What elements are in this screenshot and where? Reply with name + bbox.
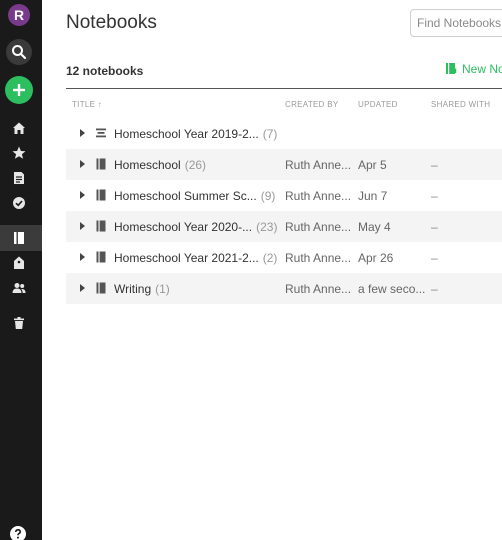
page-title: Notebooks [66,12,157,33]
created-by: Ruth Anne... [285,158,352,172]
table-row[interactable]: Homeschool Year 2021-2... (2) Ruth Anne..… [66,242,502,273]
note-count: (23) [256,220,278,234]
created-by: Ruth Anne... [285,282,352,296]
find-notebooks-input[interactable] [410,9,502,37]
stack-icon [96,128,106,138]
notebook-icon [96,220,106,232]
note-count: (26) [184,158,207,172]
question-icon [15,528,22,539]
search-button[interactable] [6,39,32,65]
expand-caret-icon[interactable] [80,253,85,261]
table-row[interactable]: Homeschool Summer Sc... (9) Ruth Anne... … [66,180,502,211]
column-header-title[interactable]: TITLE ↑ [72,100,102,109]
shared-with: – [431,251,438,265]
home-icon [13,122,25,134]
main-panel: Notebooks 12 notebooks New No TITLE ↑ CR… [42,0,502,540]
nav-shared[interactable] [0,275,42,301]
updated: Apr 5 [358,158,387,172]
note-count: (7) [262,127,278,141]
people-icon [12,283,26,293]
notebook-icon [96,251,106,263]
left-rail: R [0,0,42,540]
notebook-name: Homeschool Year 2020-... (23) [114,220,278,234]
avatar[interactable]: R [8,4,30,26]
check-circle-icon [13,197,25,209]
expand-caret-icon[interactable] [80,160,85,168]
help-button[interactable] [10,526,26,540]
notebook-name: Homeschool Year 2019-2... (7) [114,127,278,141]
shared-with: – [431,220,438,234]
note-icon [14,172,24,184]
notebook-name: Homeschool (26) [114,158,207,172]
app: R Notebooks Find Notebooks... 12 noteboo… [0,0,502,540]
notebook-icon [96,282,106,294]
column-header-shared-with[interactable]: SHARED WITH [431,100,490,109]
expand-caret-icon[interactable] [80,191,85,199]
updated: Apr 26 [358,251,394,265]
notebook-name: Homeschool Year 2021-2... (2) [114,251,278,265]
nav-trash[interactable] [0,310,42,336]
column-header-updated[interactable]: UPDATED [358,100,398,109]
table-row[interactable]: Homeschool (26) Ruth Anne... Apr 5 – [66,149,502,180]
updated: May 4 [358,220,391,234]
trash-icon [14,317,24,329]
nav-home[interactable] [0,115,42,141]
created-by: Ruth Anne... [285,220,352,234]
new-notebook-button[interactable]: New No [445,62,502,76]
plus-icon [13,84,25,96]
expand-caret-icon[interactable] [80,129,85,137]
note-count: (2) [262,251,278,265]
expand-caret-icon[interactable] [80,284,85,292]
notebook-name: Homeschool Summer Sc... (9) [114,189,276,203]
notebook-list: Homeschool Year 2019-2... (7) Homeschool(… [66,118,502,304]
nav-tasks[interactable] [0,190,42,216]
updated: Jun 7 [358,189,388,203]
tag-icon [14,256,24,269]
new-note-button[interactable] [5,76,33,104]
nav-tags[interactable] [0,250,42,276]
notebook-name: Writing (1) [114,282,170,296]
table-row[interactable]: Writing (1) Ruth Anne... a few seco... – [66,273,502,304]
created-by: Ruth Anne... [285,251,352,265]
nav-notebooks[interactable] [0,225,42,251]
new-notebook-icon [446,63,457,74]
shared-with: – [431,158,438,172]
table-header: TITLE ↑ CREATED BY UPDATED SHARED WITH [66,88,502,118]
note-count: (9) [260,189,276,203]
notebook-icon [96,189,106,201]
nav-notes[interactable] [0,165,42,191]
table-row[interactable]: Homeschool Year 2020-... (23) Ruth Anne..… [66,211,502,242]
table-row[interactable]: Homeschool Year 2019-2... (7) [66,118,502,149]
column-header-created-by[interactable]: CREATED BY [285,100,339,109]
search-icon [12,45,27,60]
updated: a few seco... [358,282,426,296]
notebook-count: 12 notebooks [66,64,144,78]
expand-caret-icon[interactable] [80,222,85,230]
notebook-icon [96,158,106,170]
notebook-icon [14,232,24,244]
nav-shortcuts[interactable] [0,140,42,166]
note-count: (1) [155,282,170,296]
shared-with: – [431,189,438,203]
created-by: Ruth Anne... [285,189,352,203]
star-icon [12,146,26,159]
new-notebook-label: New No [462,62,502,76]
shared-with: – [431,282,438,296]
